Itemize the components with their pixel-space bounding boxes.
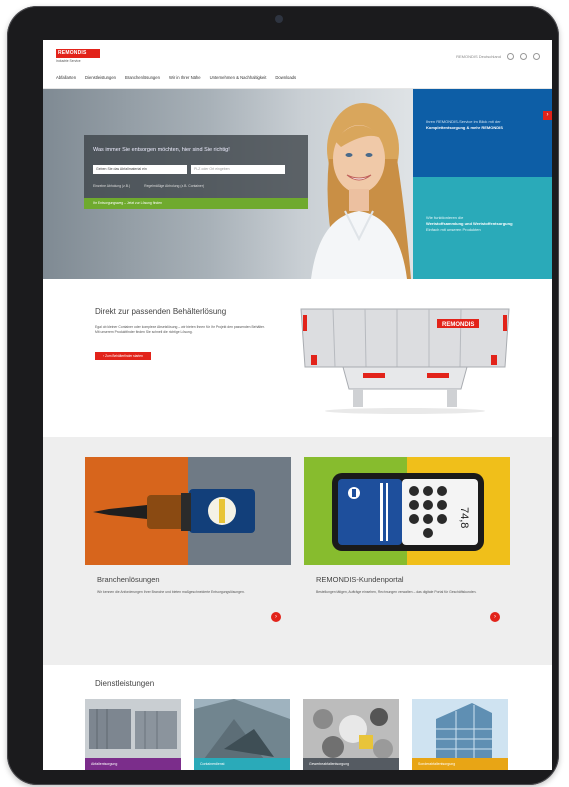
pickup-options: Einzelne Abholung (z.B.) Regelmäßige Abh… [93, 184, 204, 188]
container-finder-section: Direkt zur passenden Behälterlösung Egal… [43, 279, 552, 437]
card-description: Wir kennen die Anforderungen Ihrer Branc… [97, 590, 245, 594]
tile-teal-bold: Wertstoffsammlung und Wertstoffentsorgun… [426, 221, 513, 226]
nav-item[interactable]: Dienstleistungen [85, 75, 116, 80]
nav-item[interactable]: Abfallarten [56, 75, 76, 80]
services-section: Dienstleistungen Abfallentsorgung Contai… [43, 665, 552, 770]
header-utilities: REMONDIS Deutschland [456, 53, 540, 60]
card-portal-image: 74,8 [304, 457, 510, 565]
tile-blue-line: Ihren REMONDIS-Service im Blick mit der [426, 119, 501, 124]
tile-teal-line: Wie funktionieren die [426, 215, 464, 220]
waste-search-panel: Was immer Sie entsorgen möchten, hier si… [84, 135, 308, 209]
find-solution-button[interactable]: Ihr Entsorgungsweg – Jetzt zur Lösung fi… [84, 198, 308, 209]
container-logo: REMONDIS [442, 322, 474, 328]
option-single-pickup[interactable]: Einzelne Abholung (z.B.) [93, 184, 130, 188]
logo-text: REMONDIS [56, 49, 100, 58]
search-question: Was immer Sie entsorgen möchten, hier si… [93, 147, 230, 153]
tile-teal-text: Wie funktionieren die Wertstoffsammlung … [426, 215, 536, 233]
card-title: Branchenlösungen [97, 575, 160, 584]
woman-portrait-image [311, 103, 411, 279]
service-label: Containerdienst [194, 758, 290, 770]
nav-item[interactable]: Wir in Ihrer Nähe [169, 75, 201, 80]
main-nav: Abfallarten Dienstleistungen Branchenlös… [56, 75, 296, 80]
cards-section: Branchenlösungen Wir kennen die Anforder… [43, 437, 552, 665]
service-tile[interactable]: Abfallentsorgung [85, 699, 181, 770]
camera-dot [275, 15, 283, 23]
option-regular-pickup[interactable]: Regelmäßige Abholung (z.B. Container) [144, 184, 204, 188]
nav-item[interactable]: Branchenlösungen [125, 75, 160, 80]
section-text: Egal ob kleiner Container oder komplexe … [95, 325, 265, 334]
search-icon[interactable] [507, 53, 514, 60]
card-industry-image [85, 457, 291, 565]
tile-blue-text: Ihren REMONDIS-Service im Blick mit der … [426, 119, 536, 131]
hero-image: Was immer Sie entsorgen möchten, hier si… [43, 89, 413, 279]
arrow-right-icon[interactable]: › [490, 612, 500, 622]
nav-item[interactable]: Downloads [275, 75, 296, 80]
card-description: Bestellungen tätigen, Aufträge einsehen,… [316, 590, 477, 594]
card-customer-portal[interactable]: 74,8 REMONDIS-Kundenportal Bestellungen … [304, 457, 510, 629]
services-heading: Dienstleistungen [95, 679, 155, 688]
card-title: REMONDIS-Kundenportal [316, 575, 404, 584]
service-tile[interactable]: Gewerbeabfallentsorgung [303, 699, 399, 770]
service-tile-blue[interactable]: Ihren REMONDIS-Service im Blick mit der … [413, 89, 552, 177]
arrow-right-icon[interactable]: › [271, 612, 281, 622]
service-label: Gewerbeabfallentsorgung [303, 758, 399, 770]
service-tile[interactable]: Sonderabfallentsorgung [412, 699, 508, 770]
browser-screen: REMONDIS Industrie Service REMONDIS Deut… [43, 40, 552, 770]
service-label: Sonderabfallentsorgung [412, 758, 508, 770]
country-selector[interactable]: REMONDIS Deutschland [456, 54, 501, 59]
user-icon[interactable] [520, 53, 527, 60]
tile-blue-bold: Komplettentsorgung & mehr REMONDIS [426, 125, 503, 130]
service-tile[interactable]: Containerdienst [194, 699, 290, 770]
hero-section: Was immer Sie entsorgen möchten, hier si… [43, 89, 552, 279]
brand-logo[interactable]: REMONDIS Industrie Service [56, 49, 100, 65]
card-industry-solutions[interactable]: Branchenlösungen Wir kennen die Anforder… [85, 457, 291, 629]
tablet-frame: REMONDIS Industrie Service REMONDIS Deut… [7, 6, 559, 785]
section-heading: Direkt zur passenden Behälterlösung [95, 307, 227, 316]
chevron-right-icon[interactable]: › [543, 111, 552, 120]
logo-subtitle: Industrie Service [56, 59, 81, 63]
menu-icon[interactable] [533, 53, 540, 60]
skip-container-image: REMONDIS [300, 308, 510, 414]
phone-number-text: 74,8 [458, 507, 470, 528]
location-input[interactable]: PLZ oder Ort eingeben [191, 165, 285, 174]
container-finder-button[interactable]: › Zum Behälterfinder starten [95, 352, 151, 360]
site-header: REMONDIS Industrie Service REMONDIS Deut… [43, 40, 552, 89]
service-label: Abfallentsorgung [85, 758, 181, 770]
waste-material-input[interactable]: Geben Sie das Abfallmaterial ein [93, 165, 187, 174]
service-tile-teal[interactable]: Wie funktionieren die Wertstoffsammlung … [413, 177, 552, 279]
nav-item[interactable]: Unternehmen & Nachhaltigkeit [210, 75, 267, 80]
tile-teal-rest: Einfach mit unseren Produkten [426, 227, 481, 232]
